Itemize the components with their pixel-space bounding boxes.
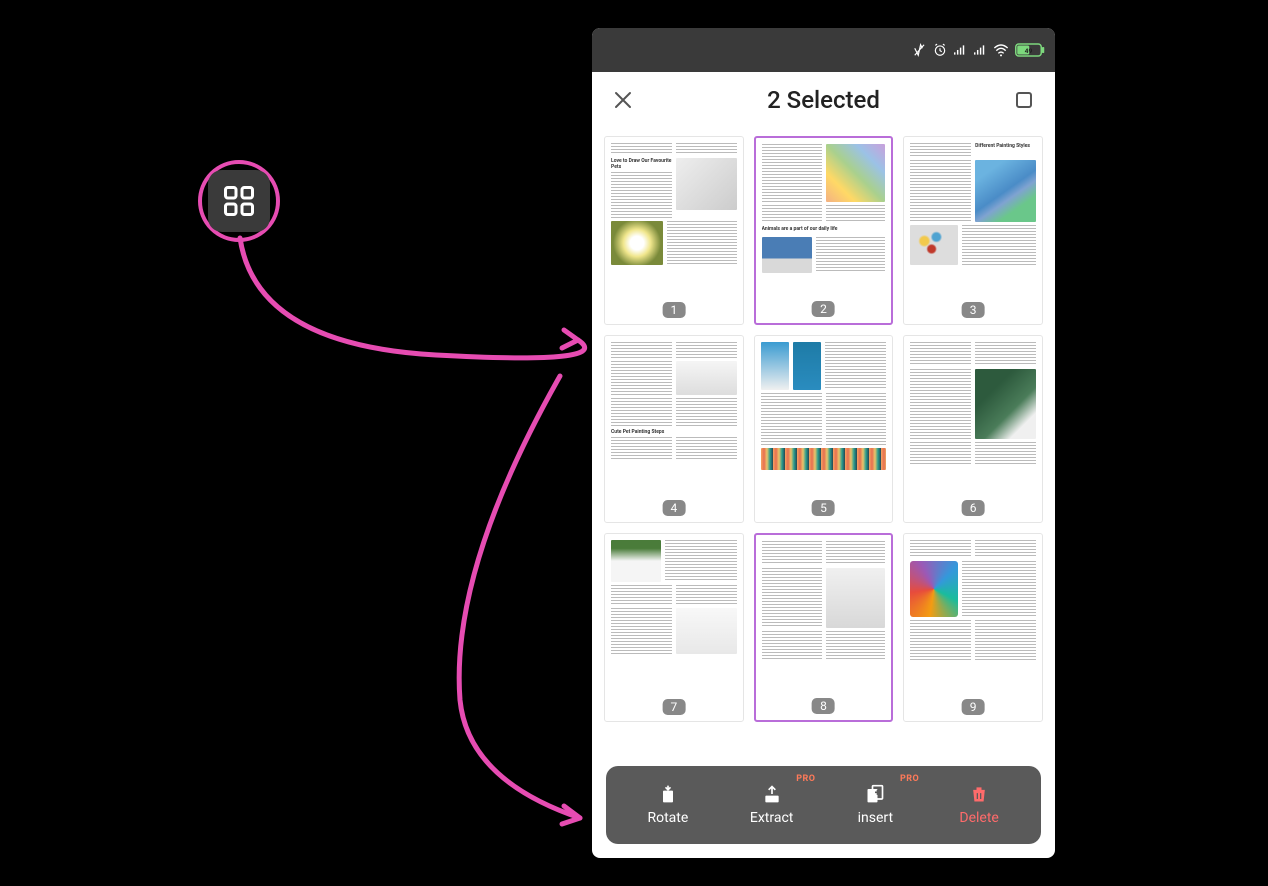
selection-header: 2 Selected [592, 72, 1055, 128]
extract-label: Extract [750, 810, 793, 826]
phone-mockup: 49 2 Selected Love to Draw Our Favourite… [592, 28, 1055, 858]
alarm-icon [933, 43, 947, 57]
pro-badge: PRO [900, 774, 919, 784]
page-thumbnail-grid: Love to Draw Our Favourite Pets 1 Animal… [592, 128, 1055, 766]
page-thumbnail[interactable]: Different Painting Styles 3 [903, 136, 1043, 325]
extract-icon [762, 784, 782, 804]
page-number-badge: 7 [662, 699, 685, 715]
page-thumbnail[interactable]: 6 [903, 335, 1043, 524]
page-number-badge: 3 [962, 302, 985, 318]
svg-text:49: 49 [1025, 47, 1033, 55]
insert-button[interactable]: PRO insert [824, 784, 928, 826]
android-status-bar: 49 [592, 28, 1055, 72]
page-number-badge: 2 [812, 301, 835, 317]
callout-arrow-bottom [430, 370, 610, 840]
page-number-badge: 1 [662, 302, 685, 318]
page-thumbnail[interactable]: 8 [754, 533, 894, 722]
extract-button[interactable]: PRO Extract [720, 784, 824, 826]
page-title: 2 Selected [767, 86, 880, 114]
delete-button[interactable]: Delete [927, 784, 1031, 826]
grid-view-icon[interactable] [208, 170, 270, 232]
grid-view-callout [198, 160, 280, 242]
page-thumbnail[interactable]: Animals are a part of our daily life 2 [754, 136, 894, 325]
insert-icon [865, 784, 885, 804]
page-number-badge: 8 [812, 698, 835, 714]
rotate-label: Rotate [647, 810, 688, 826]
insert-label: insert [858, 810, 893, 826]
page-thumbnail[interactable]: Cute Pet Painting Steps 4 [604, 335, 744, 524]
page-thumbnail[interactable]: 5 [754, 335, 894, 524]
signal-icon-2 [973, 43, 987, 57]
page-number-badge: 4 [662, 500, 685, 516]
battery-icon: 49 [1015, 43, 1045, 57]
rotate-icon [658, 784, 678, 804]
close-icon[interactable] [612, 89, 634, 111]
bottom-toolbar: Rotate PRO Extract PRO insert Delete [606, 766, 1041, 844]
page-number-badge: 9 [962, 699, 985, 715]
page-number-badge: 6 [962, 500, 985, 516]
page-thumbnail[interactable]: Love to Draw Our Favourite Pets 1 [604, 136, 744, 325]
delete-label: Delete [959, 810, 998, 826]
page-thumbnail[interactable]: 9 [903, 533, 1043, 722]
page-thumbnail[interactable]: 7 [604, 533, 744, 722]
pro-badge: PRO [796, 774, 815, 784]
wifi-icon [993, 43, 1009, 57]
trash-icon [969, 784, 989, 804]
signal-icon-1 [953, 43, 967, 57]
callout-arrow-top [226, 230, 596, 390]
page-number-badge: 5 [812, 500, 835, 516]
select-all-icon[interactable] [1013, 89, 1035, 111]
vibrate-icon [913, 43, 927, 57]
rotate-button[interactable]: Rotate [616, 784, 720, 826]
